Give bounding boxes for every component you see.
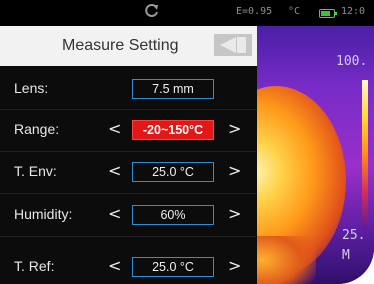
row-divider	[0, 236, 256, 237]
refresh-icon[interactable]	[144, 3, 160, 19]
clock: 12:0	[341, 6, 366, 17]
mode-label: M	[342, 248, 350, 263]
t-env-prev-arrow[interactable]: <	[108, 161, 121, 180]
humidity-label: Humidity:	[14, 206, 73, 222]
lens-value[interactable]: 7.5 mm	[132, 79, 214, 99]
t-ref-label: T. Ref:	[14, 258, 55, 274]
t-ref-prev-arrow[interactable]: <	[108, 256, 121, 275]
t-ref-value[interactable]: 25.0 °C	[132, 257, 214, 277]
row-divider	[0, 193, 256, 194]
humidity-value[interactable]: 60%	[132, 205, 214, 225]
emissivity-status: E=0.95	[236, 6, 273, 17]
lens-label: Lens:	[14, 80, 49, 96]
thermal-camera-screen: 100. 25. M E=0.95 °C 12:0 Measure Settin…	[0, 0, 374, 284]
row-divider	[0, 151, 256, 152]
humidity-prev-arrow[interactable]: <	[108, 204, 121, 223]
t-ref-next-arrow[interactable]: >	[228, 256, 241, 275]
battery-icon	[319, 9, 337, 18]
range-label: Range:	[14, 121, 60, 137]
scale-min-label: 25.	[342, 228, 366, 243]
back-arrow-icon[interactable]	[214, 34, 252, 56]
t-env-label: T. Env:	[14, 163, 57, 179]
temperature-color-scale	[362, 80, 368, 230]
range-next-arrow[interactable]: >	[228, 119, 241, 138]
humidity-next-arrow[interactable]: >	[228, 204, 241, 223]
status-bar: E=0.95 °C 12:0	[0, 0, 374, 26]
t-env-value[interactable]: 25.0 °C	[132, 162, 214, 182]
t-env-next-arrow[interactable]: >	[228, 161, 241, 180]
range-value[interactable]: -20~150°C	[132, 120, 214, 140]
row-divider	[0, 109, 256, 110]
range-prev-arrow[interactable]: <	[108, 119, 121, 138]
unit-status: °C	[288, 6, 301, 17]
scale-max-label: 100.	[336, 54, 368, 69]
menu-title: Measure Setting	[62, 37, 179, 54]
